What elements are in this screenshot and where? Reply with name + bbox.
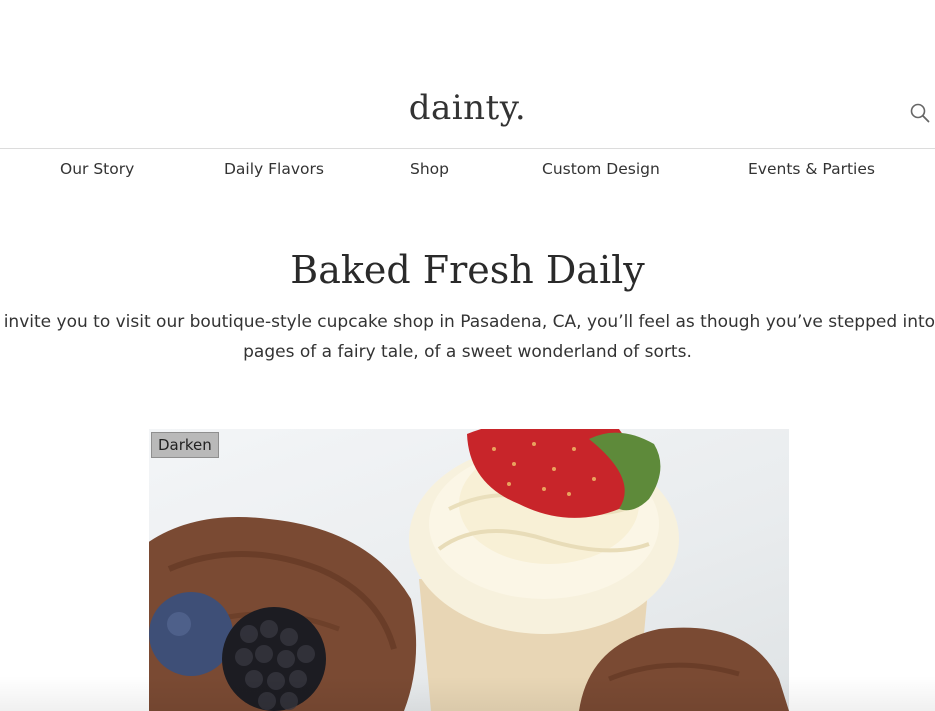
- cupcakes-illustration: [149, 429, 789, 711]
- nav-item-daily-flavors[interactable]: Daily Flavors: [224, 160, 324, 178]
- nav-item-our-story[interactable]: Our Story: [60, 160, 134, 178]
- nav-item-custom-design[interactable]: Custom Design: [542, 160, 660, 178]
- intro-line-2: pages of a fairy tale, of a sweet wonder…: [243, 342, 692, 362]
- intro-text: e invite you to visit our boutique-style…: [0, 307, 935, 367]
- site-logo[interactable]: dainty.: [0, 88, 935, 128]
- nav-item-events-parties[interactable]: Events & Parties: [748, 160, 875, 178]
- hero-image: Darken: [149, 429, 789, 711]
- page-headline: Baked Fresh Daily: [290, 248, 645, 292]
- darken-button[interactable]: Darken: [151, 432, 219, 458]
- intro-line-1: e invite you to visit our boutique-style…: [0, 312, 935, 332]
- search-icon[interactable]: [910, 103, 930, 123]
- nav-item-shop[interactable]: Shop: [410, 160, 449, 178]
- main-nav: Our Story Daily Flavors Shop Custom Desi…: [0, 160, 935, 186]
- site-header: dainty.: [0, 0, 935, 149]
